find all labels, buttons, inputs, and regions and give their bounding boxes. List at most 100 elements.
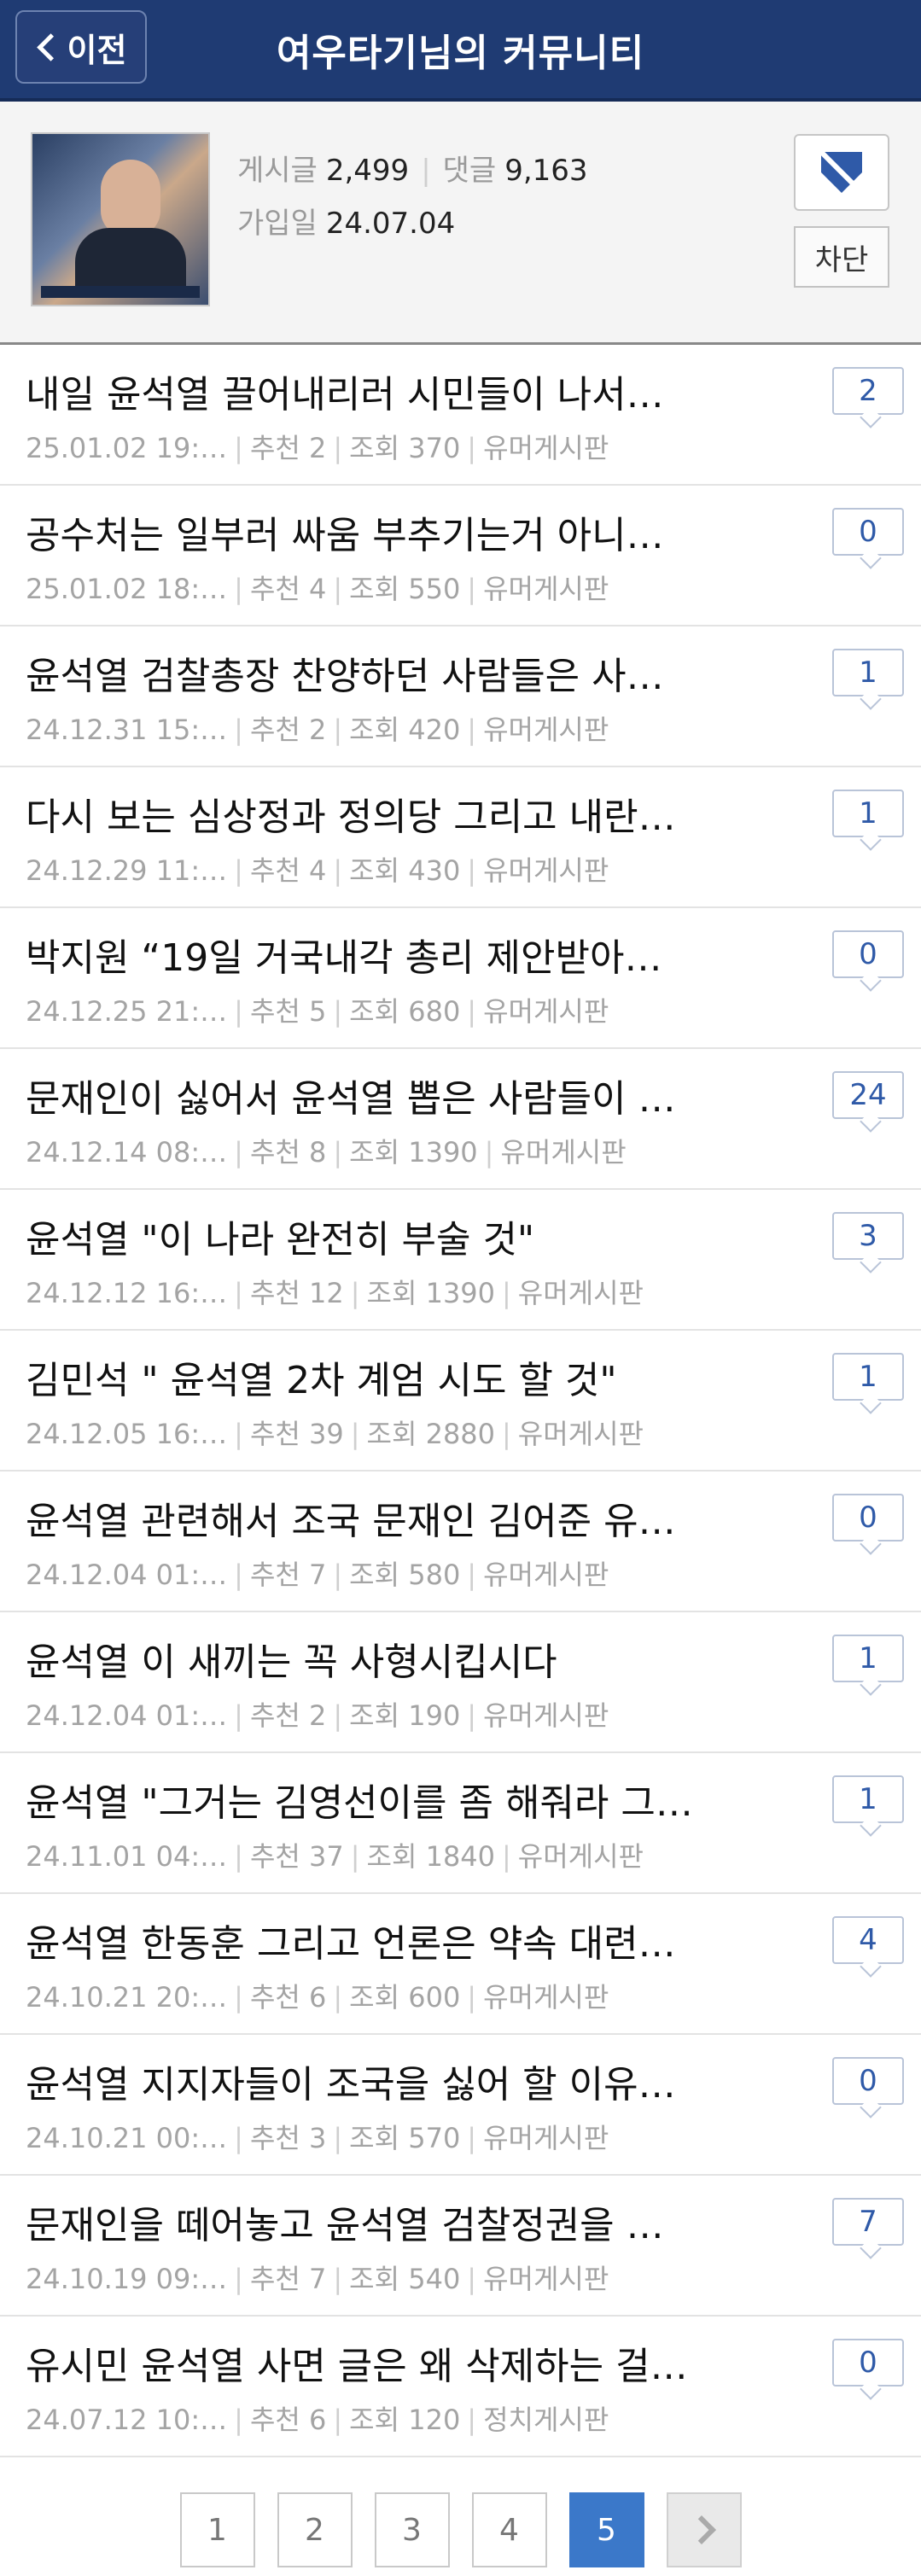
post-meta: 24.12.25 21:… | 추천 5 | 조회 680 | 유머게시판 xyxy=(26,995,609,1028)
recommend-count: 2 xyxy=(309,714,327,746)
block-button[interactable]: 차단 xyxy=(794,226,889,288)
views-label: 조회 xyxy=(366,1840,417,1873)
post-meta: 24.12.04 01:… | 추천 2 | 조회 190 | 유머게시판 xyxy=(26,1699,609,1732)
post-title[interactable]: 윤석열 "그거는 김영선이를 좀 해줘라 그… xyxy=(26,1772,726,1827)
post-title[interactable]: 윤석열 "이 나라 완전히 부술 것" xyxy=(26,1209,726,1263)
page-button[interactable]: 2 xyxy=(277,2492,353,2567)
post-title[interactable]: 김민석 " 윤석열 2차 계엄 시도 할 것" xyxy=(26,1349,726,1404)
comment-count-badge[interactable]: 0 xyxy=(832,2057,904,2105)
post-row[interactable]: 윤석열 관련해서 조국 문재인 김어준 유… 24.12.04 01:… | 추천 7… xyxy=(0,1472,921,1612)
post-title[interactable]: 문재인을 떼어놓고 윤석열 검찰정권을 … xyxy=(26,2194,726,2249)
post-title[interactable]: 공수처는 일부러 싸움 부추기는거 아니… xyxy=(26,504,726,559)
views-label: 조회 xyxy=(366,1418,417,1450)
recommend-label: 추천 xyxy=(249,1840,300,1873)
views-label: 조회 xyxy=(349,1136,400,1169)
comment-count-badge[interactable]: 1 xyxy=(832,790,904,837)
page-title: 여우타기님의 커뮤니티 xyxy=(276,31,645,75)
post-row[interactable]: 윤석열 이 새끼는 꼭 사형시킵시다 24.12.04 01:… | 추천 2 | 조회 … xyxy=(0,1612,921,1753)
post-title[interactable]: 윤석열 검찰총장 찬양하던 사람들은 사… xyxy=(26,645,726,700)
board-name: 유머게시판 xyxy=(483,1699,609,1732)
post-title[interactable]: 윤석열 한동훈 그리고 언론은 약속 대련… xyxy=(26,1913,726,1967)
post-date: 24.12.29 11:… xyxy=(26,854,228,887)
next-page-button[interactable] xyxy=(666,2492,742,2567)
post-title[interactable]: 유시민 윤석열 사면 글은 왜 삭제하는 걸… xyxy=(26,2335,726,2390)
views-count: 190 xyxy=(408,1699,461,1732)
recommend-label: 추천 xyxy=(249,714,300,746)
page-button[interactable]: 3 xyxy=(374,2492,450,2567)
comment-count-badge[interactable]: 1 xyxy=(832,1775,904,1823)
logo-icon xyxy=(819,149,865,195)
views-count: 570 xyxy=(408,2122,461,2154)
post-row[interactable]: 내일 윤석열 끌어내리러 시민들이 나서… 25.01.02 19:… | 추천 2 |… xyxy=(0,345,921,486)
board-name: 유머게시판 xyxy=(517,1840,644,1873)
post-row[interactable]: 유시민 윤석열 사면 글은 왜 삭제하는 걸… 24.07.12 10:… | 추천 … xyxy=(0,2317,921,2457)
post-meta: 24.12.04 01:… | 추천 7 | 조회 580 | 유머게시판 xyxy=(26,1559,609,1591)
views-count: 2880 xyxy=(425,1418,496,1450)
post-row[interactable]: 박지원 “19일 거국내각 총리 제안받아… 24.12.25 21:… | 추천 5… xyxy=(0,908,921,1049)
page-button[interactable]: 5 xyxy=(568,2492,644,2567)
recommend-label: 추천 xyxy=(249,1559,300,1591)
post-title[interactable]: 박지원 “19일 거국내각 총리 제안받아… xyxy=(26,927,726,982)
comment-count-badge[interactable]: 1 xyxy=(832,1353,904,1401)
post-row[interactable]: 윤석열 "그거는 김영선이를 좀 해줘라 그… 24.11.01 04:… | 추천 … xyxy=(0,1753,921,1894)
comment-count-badge[interactable]: 24 xyxy=(832,1071,904,1119)
board-name: 정치게시판 xyxy=(483,2404,609,2436)
post-title[interactable]: 윤석열 지지자들이 조국을 싫어 할 이유… xyxy=(26,2054,726,2108)
comment-count-badge[interactable]: 0 xyxy=(832,2339,904,2387)
recommend-count: 4 xyxy=(309,854,327,887)
views-count: 1390 xyxy=(408,1136,478,1169)
recommend-label: 추천 xyxy=(249,1277,300,1309)
views-label: 조회 xyxy=(349,2122,400,2154)
post-date: 24.07.12 10:… xyxy=(26,2404,228,2436)
recommend-count: 7 xyxy=(309,2263,327,2295)
comment-count-badge[interactable]: 2 xyxy=(832,367,904,415)
views-label: 조회 xyxy=(349,714,400,746)
post-row[interactable]: 공수처는 일부러 싸움 부추기는거 아니… 25.01.02 18:… | 추천 4 |… xyxy=(0,486,921,627)
comment-count-badge[interactable]: 1 xyxy=(832,1635,904,1682)
post-title[interactable]: 문재인이 싫어서 윤석열 뽑은 사람들이 … xyxy=(26,1068,726,1122)
chevron-left-icon xyxy=(36,32,65,61)
comments-label: 댓글 xyxy=(442,154,497,188)
comment-count-badge[interactable]: 7 xyxy=(832,2198,904,2246)
recommend-count: 6 xyxy=(309,2404,327,2436)
views-label: 조회 xyxy=(349,1981,400,2014)
back-button[interactable]: 이전 xyxy=(15,10,147,84)
recommend-label: 추천 xyxy=(249,573,300,605)
comment-count-badge[interactable]: 0 xyxy=(832,1494,904,1542)
post-title[interactable]: 윤석열 이 새끼는 꼭 사형시킵시다 xyxy=(26,1631,726,1686)
recommend-label: 추천 xyxy=(249,2122,300,2154)
comment-count-badge[interactable]: 3 xyxy=(832,1212,904,1260)
post-title[interactable]: 윤석열 관련해서 조국 문재인 김어준 유… xyxy=(26,1490,726,1545)
post-row[interactable]: 김민석 " 윤석열 2차 계엄 시도 할 것" 24.12.05 16:… | 추천 … xyxy=(0,1331,921,1472)
comment-count-badge[interactable]: 1 xyxy=(832,649,904,696)
post-title[interactable]: 다시 보는 심상정과 정의당 그리고 내란… xyxy=(26,786,726,841)
page-button[interactable]: 4 xyxy=(471,2492,547,2567)
post-meta: 25.01.02 19:… | 추천 2 | 조회 370 | 유머게시판 xyxy=(26,432,609,464)
post-row[interactable]: 윤석열 검찰총장 찬양하던 사람들은 사… 24.12.31 15:… | 추천 2 |… xyxy=(0,627,921,767)
recommend-label: 추천 xyxy=(249,854,300,887)
post-row[interactable]: 문재인을 떼어놓고 윤석열 검찰정권을 … 24.10.19 09:… | 추천 7 |… xyxy=(0,2176,921,2317)
views-label: 조회 xyxy=(349,995,400,1028)
comment-count-badge[interactable]: 0 xyxy=(832,508,904,556)
post-title[interactable]: 내일 윤석열 끌어내리러 시민들이 나서… xyxy=(26,364,726,418)
post-row[interactable]: 윤석열 지지자들이 조국을 싫어 할 이유… 24.10.21 00:… | 추천 3… xyxy=(0,2035,921,2176)
views-label: 조회 xyxy=(349,1559,400,1591)
recommend-count: 6 xyxy=(309,1981,327,2014)
post-date: 24.12.12 16:… xyxy=(26,1277,228,1309)
post-row[interactable]: 윤석열 "이 나라 완전히 부술 것" 24.12.12 16:… | 추천 12 | 조… xyxy=(0,1190,921,1331)
post-row[interactable]: 윤석열 한동훈 그리고 언론은 약속 대련… 24.10.21 20:… | 추천 6… xyxy=(0,1894,921,2035)
comments-count: 9,163 xyxy=(504,154,588,188)
board-name: 유머게시판 xyxy=(483,432,609,464)
community-logo xyxy=(794,134,889,211)
views-count: 680 xyxy=(408,995,461,1028)
post-meta: 24.10.21 00:… | 추천 3 | 조회 570 | 유머게시판 xyxy=(26,2122,609,2154)
comment-count-badge[interactable]: 0 xyxy=(832,930,904,978)
page-button[interactable]: 1 xyxy=(179,2492,255,2567)
comment-count-badge[interactable]: 4 xyxy=(832,1916,904,1964)
avatar[interactable] xyxy=(31,132,210,306)
post-row[interactable]: 문재인이 싫어서 윤석열 뽑은 사람들이 … 24.12.14 08:… | 추천 8… xyxy=(0,1049,921,1190)
recommend-count: 4 xyxy=(309,573,327,605)
post-date: 24.12.31 15:… xyxy=(26,714,228,746)
post-row[interactable]: 다시 보는 심상정과 정의당 그리고 내란… 24.12.29 11:… | 추천 4… xyxy=(0,767,921,908)
post-meta: 24.10.21 20:… | 추천 6 | 조회 600 | 유머게시판 xyxy=(26,1981,609,2014)
